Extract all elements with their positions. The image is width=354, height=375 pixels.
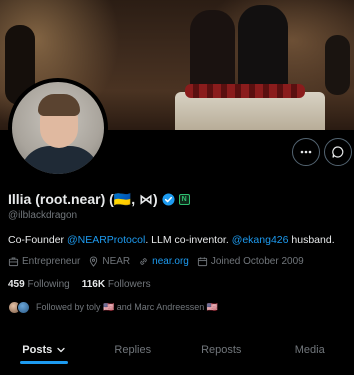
- more-button[interactable]: [292, 138, 320, 166]
- followed-by-avatars: [8, 301, 30, 314]
- location-text: NEAR: [102, 256, 131, 267]
- meta-website[interactable]: near.org: [138, 256, 189, 267]
- location-icon: [90, 256, 98, 267]
- tab-media[interactable]: Media: [266, 332, 354, 368]
- profile-handle: @ilblackdragon: [8, 210, 78, 221]
- following-label: Following: [27, 279, 70, 290]
- profile-bio: Co-Founder @NEARProtocol. LLM co-invento…: [8, 234, 335, 246]
- following-count: 459: [8, 279, 25, 290]
- tab-posts[interactable]: Posts: [0, 332, 89, 368]
- briefcase-icon: [8, 257, 19, 267]
- tab-label: Media: [294, 344, 325, 356]
- profile-name-row: Illia (root.near) (🇺🇦, ⋈) N: [8, 191, 190, 208]
- more-icon: [300, 150, 312, 154]
- followed-by[interactable]: Followed by toly 🇺🇸 and Marc Andreessen …: [8, 301, 218, 314]
- message-icon: [332, 146, 344, 158]
- tab-replies[interactable]: Replies: [89, 332, 178, 368]
- profile-meta: Entrepreneur NEAR near.org Joined Octobe…: [8, 256, 312, 267]
- bio-mention-ekang426[interactable]: @ekang426: [232, 234, 289, 246]
- bio-text: . LLM co-inventor.: [145, 234, 232, 246]
- follow-stats: 459 Following 116K Followers: [8, 279, 151, 290]
- profile-name: Illia (root.near) (🇺🇦, ⋈): [8, 191, 158, 207]
- meta-joined: Joined October 2009: [197, 256, 304, 267]
- message-button[interactable]: [324, 138, 352, 166]
- avatar: [17, 301, 30, 314]
- joined-text: Joined October 2009: [210, 256, 304, 267]
- tab-label: Posts: [22, 344, 53, 356]
- tab-label: Reposts: [201, 344, 242, 356]
- calendar-icon: [197, 257, 207, 267]
- followed-by-text: Followed by toly 🇺🇸 and Marc Andreessen …: [36, 302, 218, 312]
- tab-reposts[interactable]: Reposts: [177, 332, 266, 368]
- meta-location: NEAR: [88, 256, 130, 267]
- followers-count: 116K: [81, 279, 106, 290]
- bio-text: Co-Founder: [8, 234, 67, 246]
- bio-text: husband.: [288, 234, 335, 246]
- following-link[interactable]: 459 Following: [8, 279, 70, 290]
- website-link[interactable]: near.org: [152, 256, 189, 267]
- tab-label: Replies: [114, 344, 152, 356]
- affiliate-badge[interactable]: N: [178, 194, 190, 205]
- bio-mention-nearprotocol[interactable]: @NEARProtocol: [67, 234, 145, 246]
- meta-category: Entrepreneur: [8, 256, 80, 267]
- followers-link[interactable]: 116K Followers: [82, 279, 151, 290]
- profile-tabs: Posts Replies Reposts Media: [0, 332, 354, 368]
- link-icon: [140, 258, 147, 265]
- active-tab-indicator: [20, 361, 69, 364]
- category-text: Entrepreneur: [22, 256, 81, 267]
- profile-avatar[interactable]: [8, 78, 108, 178]
- chevron-down-icon: [57, 347, 65, 353]
- followers-label: Followers: [107, 279, 151, 290]
- verified-icon[interactable]: [162, 193, 175, 206]
